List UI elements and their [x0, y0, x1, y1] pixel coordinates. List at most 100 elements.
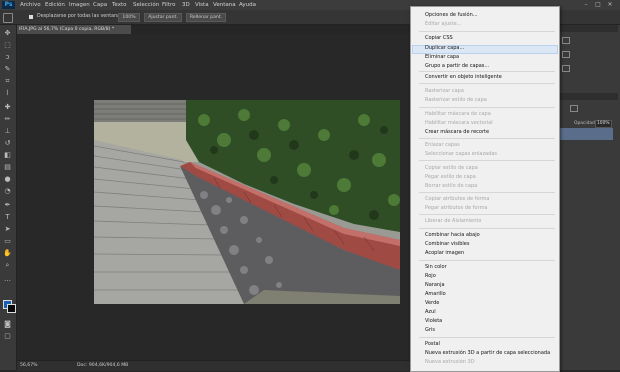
menu-item-clear-layer-style[interactable]: Borrar estilo de capa — [425, 183, 477, 189]
document-image[interactable] — [94, 100, 400, 304]
lasso-tool-icon[interactable]: ↄ — [3, 53, 12, 61]
layer-row-selected[interactable] — [557, 128, 613, 140]
eyedropper-tool-icon[interactable]: ⌇ — [3, 89, 12, 97]
eraser-tool-icon[interactable]: ◧ — [3, 151, 12, 159]
close-icon[interactable]: ✕ — [604, 1, 616, 8]
opacity-label: Opacidad: — [574, 121, 597, 126]
zoom-100-button[interactable]: 100% — [118, 13, 140, 22]
menu-item-blending-options[interactable]: Opciones de fusión... — [425, 12, 478, 18]
document-tab[interactable]: IFIA.JPG al 56,7% (Capa 0 copia, RGB/8) … — [16, 25, 131, 34]
menu-item-flatten-image[interactable]: Acoplar imagen — [425, 250, 464, 256]
menu-item-color-orange[interactable]: Naranja — [425, 282, 445, 288]
menu-item-color-violet[interactable]: Violeta — [425, 318, 442, 324]
menu-item-rasterize-layer-style[interactable]: Rasterizar estilo de capa — [425, 97, 487, 103]
menu-separator — [419, 214, 555, 215]
screen-mode-icon[interactable]: ▢ — [3, 332, 12, 340]
path-selection-tool-icon[interactable]: ➤ — [3, 225, 12, 233]
menu-item-color-blue[interactable]: Azul — [425, 309, 436, 315]
menu-imagen[interactable]: Imagen — [69, 2, 90, 8]
gradient-tool-icon[interactable]: ▤ — [3, 163, 12, 171]
quick-mask-icon[interactable]: ◙ — [3, 320, 12, 328]
menu-item-color-gray[interactable]: Gris — [425, 327, 435, 333]
panel-tab-strip — [559, 25, 618, 32]
menu-item-merge-visible[interactable]: Combinar visibles — [425, 241, 469, 247]
pen-tool-icon[interactable]: ✒ — [3, 201, 12, 209]
menu-item-link-layers[interactable]: Enlazar capas — [425, 142, 460, 148]
menu-item-release-isolation[interactable]: Liberar de Aislamiento — [425, 218, 481, 224]
quick-select-tool-icon[interactable]: ✎ — [3, 65, 12, 73]
menu-separator — [419, 107, 555, 108]
menu-item-color-green[interactable]: Verde — [425, 300, 439, 306]
menu-item-copy-css[interactable]: Copiar CSS — [425, 35, 453, 41]
menu-item-color-red[interactable]: Rojo — [425, 273, 436, 279]
background-color-swatch[interactable] — [7, 304, 16, 313]
rectangle-tool-icon[interactable]: ▭ — [3, 237, 12, 245]
menu-separator — [419, 71, 555, 72]
brush-tool-icon[interactable]: ✏ — [3, 115, 12, 123]
fit-screen-button[interactable]: Ajustar pant. — [144, 13, 182, 22]
filter-icon[interactable] — [570, 105, 578, 112]
menu-filtro[interactable]: Filtro — [162, 2, 175, 8]
maximize-icon[interactable]: □ — [592, 1, 604, 8]
menu-item-edit-adjustment[interactable]: Editar ajuste... — [425, 21, 461, 27]
menu-item-new-3d-extrusion-selected[interactable]: Nueva extrusión 3D a partir de capa sele… — [425, 350, 550, 356]
menu-item-merge-down[interactable]: Combinar hacia abajo — [425, 232, 480, 238]
menu-vista[interactable]: Vista — [195, 2, 209, 8]
scroll-all-windows-checkbox[interactable] — [29, 15, 33, 19]
panel-color-icon[interactable] — [562, 37, 570, 44]
clone-stamp-tool-icon[interactable]: ⊥ — [3, 127, 12, 135]
crop-tool-icon[interactable]: ⌗ — [3, 77, 12, 85]
menu-separator — [419, 228, 555, 229]
move-tool-icon[interactable]: ✥ — [3, 29, 12, 37]
menu-item-enable-vector-mask[interactable]: Habilitar máscara vectorial — [425, 120, 493, 126]
menu-separator — [419, 83, 555, 84]
menu-item-duplicate-layer[interactable]: Duplicar capa... — [425, 45, 464, 51]
menu-item-postcard[interactable]: Postal — [425, 341, 440, 347]
menu-archivo[interactable]: Archivo — [20, 2, 41, 8]
layers-tab-strip — [559, 93, 618, 100]
healing-brush-tool-icon[interactable]: ✚ — [3, 103, 12, 111]
document-tab-bar: IFIA.JPG al 56,7% (Capa 0 copia, RGB/8) … — [16, 25, 412, 34]
menu-separator — [419, 138, 555, 139]
menu-item-color-none[interactable]: Sin color — [425, 264, 447, 270]
hand-tool-icon[interactable]: ✋ — [3, 249, 12, 257]
menu-item-convert-smart-object[interactable]: Convertir en objeto inteligente — [425, 74, 502, 80]
menu-item-new-3d-extrusion[interactable]: Nueva extrusión 3D — [425, 359, 475, 365]
menu-item-group-from-layers[interactable]: Grupo a partir de capas... — [425, 63, 489, 69]
menu-capa[interactable]: Capa — [93, 2, 107, 8]
blur-tool-icon[interactable]: ● — [3, 175, 12, 183]
menu-item-color-yellow[interactable]: Amarillo — [425, 291, 446, 297]
opacity-field[interactable]: 100% — [595, 120, 612, 128]
history-brush-tool-icon[interactable]: ↺ — [3, 139, 12, 147]
menu-item-copy-layer-style[interactable]: Copiar estilo de capa — [425, 165, 478, 171]
hand-tool-preset-icon[interactable] — [3, 13, 13, 23]
dodge-tool-icon[interactable]: ◔ — [3, 187, 12, 195]
more-tools-icon[interactable]: … — [3, 275, 12, 283]
panel-adjustments-icon[interactable] — [562, 65, 570, 72]
menu-item-copy-shape-attributes[interactable]: Copiar atributos de forma — [425, 196, 489, 202]
fill-screen-button[interactable]: Rellenar pant. — [186, 13, 226, 22]
menu-ayuda[interactable]: Ayuda — [239, 2, 256, 8]
marquee-tool-icon[interactable]: ⬚ — [3, 41, 12, 49]
menu-edicion[interactable]: Edición — [45, 2, 65, 8]
menu-item-select-linked-layers[interactable]: Seleccionar capas enlazadas — [425, 151, 497, 157]
menu-3d[interactable]: 3D — [182, 2, 190, 8]
type-tool-icon[interactable]: T — [3, 213, 12, 221]
document-size: Doc: 904,6K/904,6 MB — [77, 363, 129, 368]
panel-swatches-icon[interactable] — [562, 51, 570, 58]
menu-item-create-clipping-mask[interactable]: Crear máscara de recorte — [425, 129, 489, 135]
minimize-icon[interactable]: – — [580, 1, 592, 8]
menu-item-rasterize-layer[interactable]: Rasterizar capa — [425, 88, 464, 94]
menu-texto[interactable]: Texto — [112, 2, 127, 8]
menu-item-paste-shape-attributes[interactable]: Pegar atributos de forma — [425, 205, 487, 211]
scroll-all-windows-label: Desplazarse por todas las ventanas — [37, 14, 123, 19]
zoom-tool-icon[interactable]: ⌕ — [3, 261, 12, 269]
menu-ventana[interactable]: Ventana — [213, 2, 236, 8]
menu-item-paste-layer-style[interactable]: Pegar estilo de capa — [425, 174, 476, 180]
menu-seleccion[interactable]: Selección — [133, 2, 159, 8]
layers-panel-dock: Opacidad: 100% Relleno: 100% — [557, 25, 620, 370]
layer-context-menu: Opciones de fusión... Editar ajuste... C… — [410, 6, 560, 372]
zoom-level[interactable]: 56,67% — [20, 363, 38, 368]
menu-item-delete-layer[interactable]: Eliminar capa — [425, 54, 459, 60]
menu-item-enable-layer-mask[interactable]: Habilitar máscara de capa — [425, 111, 491, 117]
